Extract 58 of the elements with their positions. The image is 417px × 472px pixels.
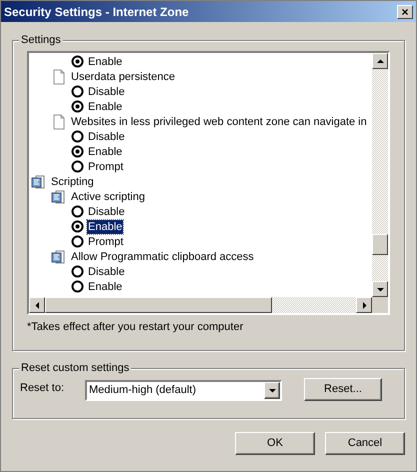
radio-button[interactable] bbox=[71, 160, 84, 173]
radio-button[interactable] bbox=[71, 55, 84, 68]
setting-label: Allow Programmatic clipboard access bbox=[70, 250, 255, 264]
option-label[interactable]: Disable bbox=[87, 84, 126, 98]
group-label: Reset custom settings bbox=[19, 362, 132, 375]
radio-button[interactable] bbox=[71, 205, 84, 218]
scroll-thumb[interactable] bbox=[372, 234, 388, 255]
radio-button[interactable] bbox=[71, 220, 84, 233]
document-icon bbox=[51, 114, 67, 130]
horizontal-scrollbar[interactable] bbox=[29, 297, 372, 313]
footnote: *Takes effect after you restart your computer bbox=[27, 321, 244, 334]
scroll-down-button[interactable] bbox=[372, 281, 388, 297]
arrow-down-icon bbox=[268, 387, 276, 394]
radio-button[interactable] bbox=[71, 280, 84, 293]
setting-label: Websites in less privileged web content zone can navigate in bbox=[70, 114, 368, 128]
option-label[interactable]: Prompt bbox=[87, 234, 124, 248]
arrow-right-icon bbox=[360, 302, 368, 308]
cancel-button[interactable]: Cancel bbox=[325, 432, 405, 455]
close-button[interactable]: × bbox=[397, 4, 413, 18]
reset-button[interactable]: Reset... bbox=[304, 378, 382, 401]
radio-button[interactable] bbox=[71, 265, 84, 278]
scroll-right-button[interactable] bbox=[356, 297, 372, 313]
field-label: Reset to: bbox=[20, 381, 66, 396]
radio-button[interactable] bbox=[71, 85, 84, 98]
setting-label: Active scripting bbox=[70, 190, 146, 204]
arrow-down-icon bbox=[376, 286, 384, 292]
setting-label: Userdata persistence bbox=[70, 70, 176, 84]
dropdown-button[interactable] bbox=[264, 382, 280, 399]
option-label[interactable]: Prompt bbox=[87, 160, 124, 174]
scroll-left-button[interactable] bbox=[29, 297, 45, 313]
option-label[interactable]: Disable bbox=[87, 204, 126, 218]
radio-button[interactable] bbox=[71, 100, 84, 113]
scroll-thumb[interactable] bbox=[45, 297, 272, 313]
scrollbar-corner bbox=[372, 297, 388, 313]
option-label[interactable]: Enable bbox=[87, 144, 124, 158]
option-label[interactable]: Disable bbox=[87, 130, 126, 144]
document-icon bbox=[51, 68, 67, 84]
radio-button[interactable] bbox=[71, 145, 84, 158]
arrow-up-icon bbox=[376, 58, 384, 64]
option-label[interactable]: Enable bbox=[87, 220, 124, 234]
script-icon bbox=[51, 248, 67, 264]
ok-button[interactable]: OK bbox=[235, 432, 315, 455]
option-label[interactable]: Enable bbox=[87, 280, 124, 294]
dropdown-value: Medium-high (default) bbox=[88, 383, 197, 398]
scroll-up-button[interactable] bbox=[372, 53, 388, 69]
script-icon bbox=[31, 174, 47, 190]
radio-button[interactable] bbox=[71, 130, 84, 143]
radio-button[interactable] bbox=[71, 235, 84, 248]
group-label: Settings bbox=[19, 34, 63, 47]
vertical-scrollbar[interactable] bbox=[372, 53, 388, 297]
script-icon bbox=[51, 188, 67, 204]
window-title: Security Settings - Internet Zone bbox=[4, 4, 189, 20]
category-label: Scripting bbox=[50, 174, 95, 188]
level-dropdown[interactable]: Medium-high (default) bbox=[85, 380, 282, 401]
arrow-left-icon bbox=[34, 302, 40, 308]
option-label[interactable]: Enable bbox=[87, 100, 124, 114]
option-label[interactable]: Disable bbox=[87, 264, 126, 278]
option-label[interactable]: Enable bbox=[87, 54, 124, 68]
